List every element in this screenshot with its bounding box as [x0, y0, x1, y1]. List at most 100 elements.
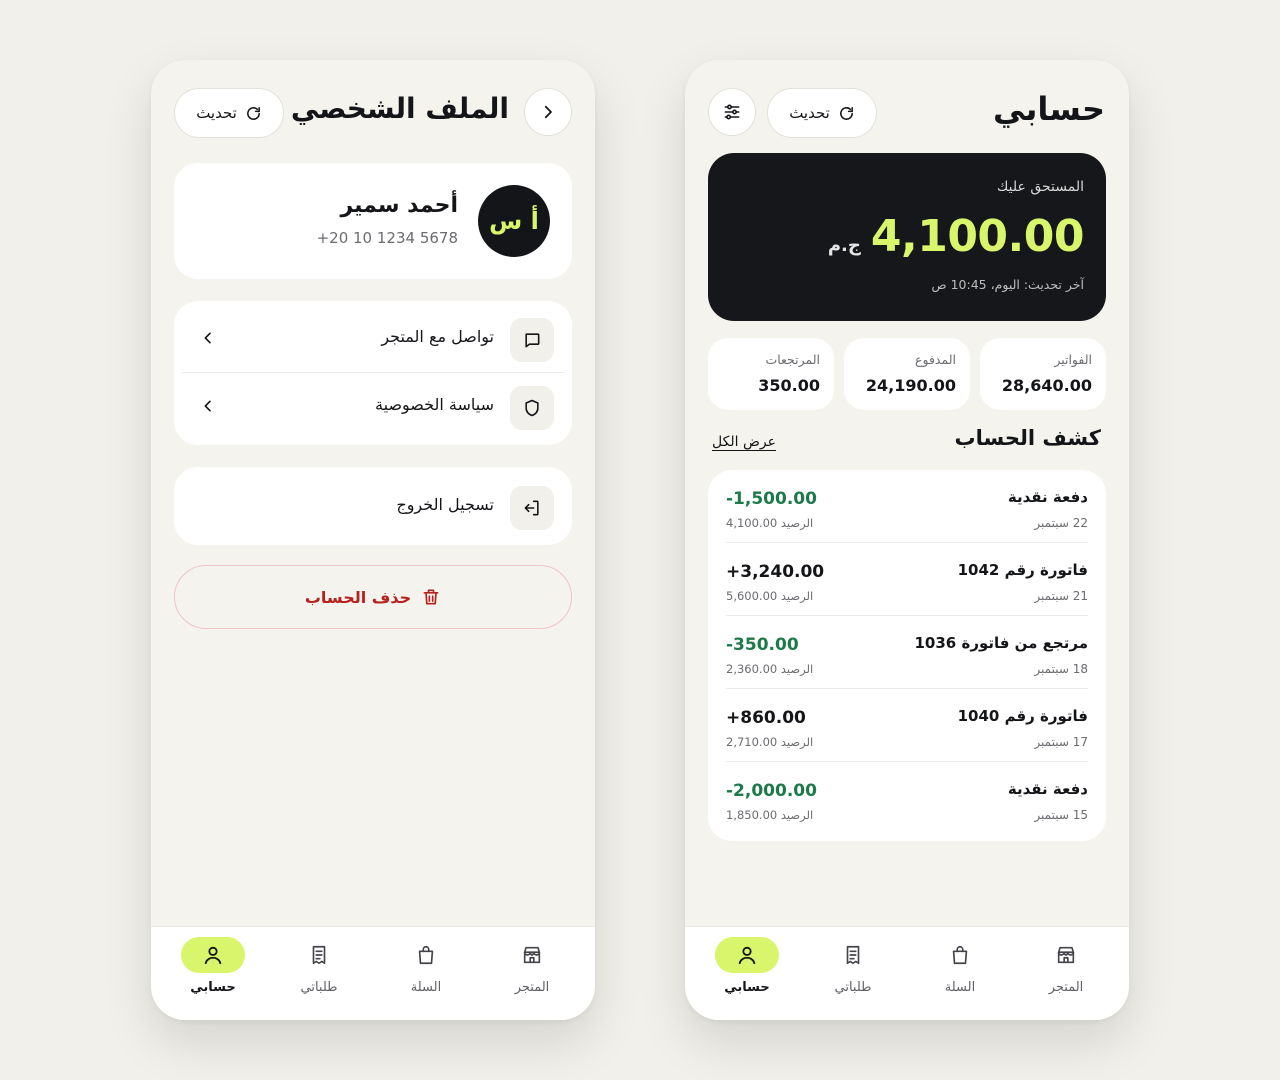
statement-list: دفعة نقدية 22 سبتمبر -1,500.00 الرصيد 4,… [708, 470, 1106, 841]
tx-title: فاتورة رقم 1042 [957, 561, 1088, 579]
filter-button[interactable] [708, 88, 756, 136]
refresh-label: تحديث [196, 104, 237, 122]
avatar: أ س [478, 185, 550, 257]
user-icon [715, 937, 779, 973]
page-title: حسابي [992, 90, 1105, 128]
tx-title: دفعة نقدية [1007, 488, 1088, 506]
user-icon [181, 937, 245, 973]
store-icon [500, 937, 564, 973]
nav-label: حسابي [724, 980, 770, 995]
back-button[interactable] [524, 88, 572, 136]
profile-screen: تحديث الملف الشخصي أ س أحمد سمير +20 10 … [151, 60, 595, 1020]
account-screen: تحديث حسابي المستحق عليك 4,100.00 ج.م آخ… [685, 60, 1129, 1020]
nav-item-cart[interactable]: السلة [386, 937, 466, 995]
menu-item-contact-store[interactable]: تواصل مع المتجر [182, 305, 564, 371]
stat-card-paid: المدفوع 24,190.00 [844, 338, 970, 410]
nav-item-account[interactable]: حسابي [173, 937, 253, 995]
user-phone: +20 10 1234 5678 [316, 229, 458, 247]
logout-card: تسجيل الخروج [174, 467, 572, 545]
nav-label: طلباتي [834, 980, 872, 995]
list-item[interactable]: دفعة نقدية 15 سبتمبر -2,000.00 الرصيد 1,… [708, 762, 1106, 835]
stat-value: 350.00 [758, 376, 820, 395]
trash-icon [421, 587, 441, 607]
tx-amount: +860.00 [726, 708, 806, 728]
balance-label: المستحق عليك [996, 179, 1084, 195]
chevron-left-icon [200, 398, 216, 414]
list-item[interactable]: دفعة نقدية 22 سبتمبر -1,500.00 الرصيد 4,… [708, 470, 1106, 543]
refresh-icon [245, 105, 262, 122]
list-item[interactable]: مرتجع من فاتورة 1036 18 سبتمبر -350.00 ا… [708, 616, 1106, 689]
bottom-nav: حسابي طلباتي السلة المتجر [685, 926, 1129, 1020]
tx-running-balance: الرصيد 1,850.00 [726, 808, 814, 822]
tx-amount: -2,000.00 [726, 781, 817, 801]
view-all-link[interactable]: عرض الكل [712, 434, 776, 450]
balance-amount: 4,100.00 [870, 211, 1085, 262]
nav-label: حسابي [190, 980, 236, 995]
tx-running-balance: الرصيد 2,710.00 [726, 735, 814, 749]
chevron-left-icon [200, 330, 216, 346]
stat-value: 28,640.00 [1001, 376, 1092, 395]
stat-value: 24,190.00 [865, 376, 956, 395]
user-name: أحمد سمير [340, 193, 458, 218]
menu-item-label: تواصل مع المتجر [381, 327, 494, 346]
bottom-nav: حسابي طلباتي السلة المتجر [151, 926, 595, 1020]
user-card: أ س أحمد سمير +20 10 1234 5678 [174, 163, 572, 279]
nav-label: طلباتي [300, 980, 338, 995]
nav-item-store[interactable]: المتجر [492, 937, 572, 995]
nav-item-store[interactable]: المتجر [1026, 937, 1106, 995]
nav-label: السلة [944, 980, 976, 995]
tx-amount: -350.00 [726, 635, 799, 655]
page-title: الملف الشخصي [290, 92, 509, 125]
nav-item-orders[interactable]: طلباتي [279, 937, 359, 995]
tx-date: 22 سبتمبر [1034, 516, 1088, 530]
stat-label: المدفوع [915, 352, 956, 367]
stat-label: المرتجعات [765, 352, 820, 367]
tx-amount: +3,240.00 [726, 562, 825, 582]
menu-item-privacy-policy[interactable]: سياسة الخصوصية [182, 373, 564, 439]
chevron-right-icon [539, 103, 557, 121]
delete-account-button[interactable]: حذف الحساب [174, 565, 572, 629]
tx-running-balance: الرصيد 2,360.00 [726, 662, 814, 676]
stat-card-returns: المرتجعات 350.00 [708, 338, 834, 410]
tx-date: 18 سبتمبر [1034, 662, 1088, 676]
balance-currency: ج.م [827, 235, 861, 256]
refresh-button[interactable]: تحديث [174, 88, 284, 138]
shield-icon [510, 386, 554, 430]
logout-label: تسجيل الخروج [396, 495, 494, 514]
nav-item-cart[interactable]: السلة [920, 937, 1000, 995]
logout-button[interactable]: تسجيل الخروج [182, 473, 564, 539]
receipt-icon [287, 937, 351, 973]
balance-card: المستحق عليك 4,100.00 ج.م آخر تحديث: الي… [708, 153, 1106, 321]
nav-item-account[interactable]: حسابي [707, 937, 787, 995]
menu-card: تواصل مع المتجر سياسة الخصوصية [174, 301, 572, 445]
tx-running-balance: الرصيد 5,600.00 [726, 589, 814, 603]
stat-label: الفواتير [1054, 352, 1092, 367]
tx-date: 17 سبتمبر [1034, 735, 1088, 749]
logout-icon [510, 486, 554, 530]
delete-account-label: حذف الحساب [304, 587, 412, 607]
tx-date: 21 سبتمبر [1034, 589, 1088, 603]
tx-title: مرتجع من فاتورة 1036 [914, 634, 1089, 652]
bag-icon [394, 937, 458, 973]
receipt-icon [821, 937, 885, 973]
store-icon [1034, 937, 1098, 973]
bag-icon [928, 937, 992, 973]
balance-updated-time: آخر تحديث: اليوم، 10:45 ص [931, 277, 1084, 292]
refresh-label: تحديث [789, 104, 830, 122]
list-item[interactable]: فاتورة رقم 1040 17 سبتمبر +860.00 الرصيد… [708, 689, 1106, 762]
tx-running-balance: الرصيد 4,100.00 [726, 516, 814, 530]
statement-title: كشف الحساب [954, 426, 1101, 450]
sliders-icon [722, 102, 742, 122]
balance-row: 4,100.00 ج.م [827, 211, 1085, 262]
stat-card-invoices: الفواتير 28,640.00 [980, 338, 1106, 410]
refresh-button[interactable]: تحديث [767, 88, 877, 138]
tx-amount: -1,500.00 [726, 489, 817, 509]
nav-item-orders[interactable]: طلباتي [813, 937, 893, 995]
nav-label: السلة [410, 980, 442, 995]
chat-icon [510, 318, 554, 362]
list-item[interactable]: فاتورة رقم 1042 21 سبتمبر +3,240.00 الرص… [708, 543, 1106, 616]
refresh-icon [838, 105, 855, 122]
nav-label: المتجر [514, 980, 550, 995]
tx-date: 15 سبتمبر [1034, 808, 1088, 822]
nav-label: المتجر [1048, 980, 1084, 995]
